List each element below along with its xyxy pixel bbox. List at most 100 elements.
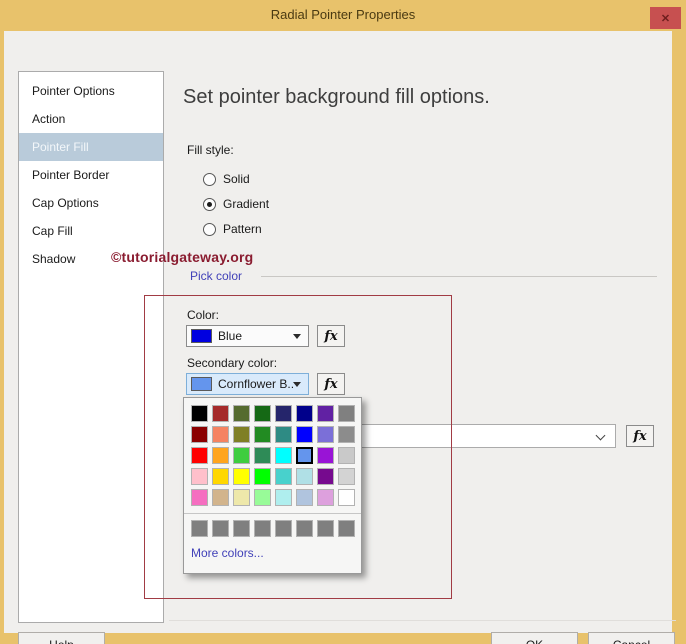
secondary-color-value: Cornflower B...	[218, 377, 293, 391]
radio-pattern-icon	[203, 222, 216, 236]
color-swatch[interactable]	[233, 405, 250, 422]
color-swatch[interactable]	[275, 468, 292, 485]
color-swatch[interactable]	[191, 447, 208, 464]
color-swatch[interactable]	[233, 489, 250, 506]
radio-pattern[interactable]: Pattern	[203, 220, 262, 238]
color-picker-popup: More colors...	[183, 397, 362, 574]
pick-color-group-label: Pick color	[190, 269, 243, 283]
color-swatch[interactable]	[317, 468, 334, 485]
close-button[interactable]: ✕	[650, 7, 681, 29]
chevron-down-icon	[293, 333, 301, 339]
color-swatch[interactable]	[191, 468, 208, 485]
page-title: Set pointer background fill options.	[183, 86, 490, 108]
color-swatch[interactable]	[338, 468, 355, 485]
palette-separator	[184, 513, 361, 514]
recent-color-swatch[interactable]	[275, 520, 292, 537]
color-swatch-preview	[191, 329, 212, 343]
color-swatch[interactable]	[317, 405, 334, 422]
color-swatch[interactable]	[317, 447, 334, 464]
color-swatch[interactable]	[212, 405, 229, 422]
color-swatch[interactable]	[254, 447, 271, 464]
sidebar-list: Pointer Options Action Pointer Fill Poin…	[19, 72, 163, 273]
color-swatch[interactable]	[233, 447, 250, 464]
recent-color-swatch[interactable]	[233, 520, 250, 537]
radio-gradient-icon	[203, 197, 216, 211]
color-swatch[interactable]	[254, 405, 271, 422]
sidebar-item-action[interactable]: Action	[19, 105, 163, 133]
sidebar-item-cap-fill[interactable]: Cap Fill	[19, 217, 163, 245]
help-button[interactable]: Help	[18, 632, 105, 644]
ok-button[interactable]: OK	[491, 632, 578, 644]
color-swatch[interactable]	[254, 489, 271, 506]
dialog-window: Radial Pointer Properties ✕ Pointer Opti…	[0, 0, 686, 644]
color-swatch[interactable]	[338, 489, 355, 506]
sidebar-item-pointer-fill[interactable]: Pointer Fill	[19, 133, 163, 161]
recent-color-swatch[interactable]	[254, 520, 271, 537]
secondary-color-label: Secondary color:	[187, 356, 278, 370]
radio-solid-label: Solid	[223, 172, 250, 186]
color-swatch[interactable]	[212, 447, 229, 464]
dialog-body: Pointer Options Action Pointer Fill Poin…	[4, 31, 676, 644]
color-swatch[interactable]	[338, 447, 355, 464]
color-expression-button[interactable]: fx	[317, 325, 345, 347]
sidebar-item-pointer-border[interactable]: Pointer Border	[19, 161, 163, 189]
window-title: Radial Pointer Properties	[270, 7, 416, 22]
color-swatch[interactable]	[191, 405, 208, 422]
group-separator	[261, 276, 657, 277]
radio-solid[interactable]: Solid	[203, 170, 250, 188]
color-swatch[interactable]	[275, 426, 292, 443]
color-swatch[interactable]	[191, 426, 208, 443]
color-swatch[interactable]	[338, 426, 355, 443]
color-dropdown[interactable]: Blue	[186, 325, 309, 347]
chevron-down-icon	[293, 381, 301, 387]
more-colors-link[interactable]: More colors...	[191, 546, 264, 560]
color-swatch[interactable]	[191, 489, 208, 506]
color-swatch[interactable]	[254, 426, 271, 443]
recent-color-swatch[interactable]	[296, 520, 313, 537]
secondary-color-dropdown[interactable]: Cornflower B...	[186, 373, 309, 395]
color-swatch[interactable]	[233, 468, 250, 485]
color-swatch[interactable]	[317, 489, 334, 506]
sidebar: Pointer Options Action Pointer Fill Poin…	[18, 71, 164, 623]
chevron-down-icon	[595, 430, 606, 441]
color-swatch[interactable]	[233, 426, 250, 443]
recent-color-swatch[interactable]	[212, 520, 229, 537]
radio-gradient-label: Gradient	[223, 197, 270, 211]
radio-solid-icon	[203, 172, 216, 186]
color-swatch[interactable]	[254, 468, 271, 485]
radio-pattern-label: Pattern	[223, 222, 262, 236]
recent-color-swatch[interactable]	[317, 520, 334, 537]
radio-gradient[interactable]: Gradient	[203, 195, 269, 213]
color-label: Color:	[187, 308, 220, 322]
color-swatch[interactable]	[296, 447, 313, 464]
color-swatch[interactable]	[296, 489, 313, 506]
color-swatch[interactable]	[212, 468, 229, 485]
color-swatch[interactable]	[275, 489, 292, 506]
color-swatch[interactable]	[338, 405, 355, 422]
secondary-color-expression-button[interactable]: fx	[317, 373, 345, 395]
color-swatch[interactable]	[317, 426, 334, 443]
color-swatch[interactable]	[296, 426, 313, 443]
recent-color-row	[191, 520, 355, 537]
color-swatch[interactable]	[212, 426, 229, 443]
color-swatch[interactable]	[275, 447, 292, 464]
fx-icon: fx	[324, 376, 338, 392]
recent-color-swatch[interactable]	[191, 520, 208, 537]
color-value: Blue	[218, 329, 243, 343]
footer-separator	[169, 620, 676, 621]
watermark: ©tutorialgateway.org	[111, 249, 254, 265]
secondary-color-swatch-preview	[191, 377, 212, 391]
color-swatch[interactable]	[296, 468, 313, 485]
color-swatch[interactable]	[212, 489, 229, 506]
close-icon: ✕	[660, 12, 671, 25]
fx-icon: fx	[633, 428, 647, 444]
color-swatch[interactable]	[296, 405, 313, 422]
titlebar: Radial Pointer Properties ✕	[0, 0, 686, 31]
sidebar-item-cap-options[interactable]: Cap Options	[19, 189, 163, 217]
color-swatch[interactable]	[275, 405, 292, 422]
color-grid	[191, 405, 355, 506]
sidebar-item-pointer-options[interactable]: Pointer Options	[19, 77, 163, 105]
cancel-button[interactable]: Cancel	[588, 632, 675, 644]
recent-color-swatch[interactable]	[338, 520, 355, 537]
gradient-expression-button[interactable]: fx	[626, 425, 654, 447]
